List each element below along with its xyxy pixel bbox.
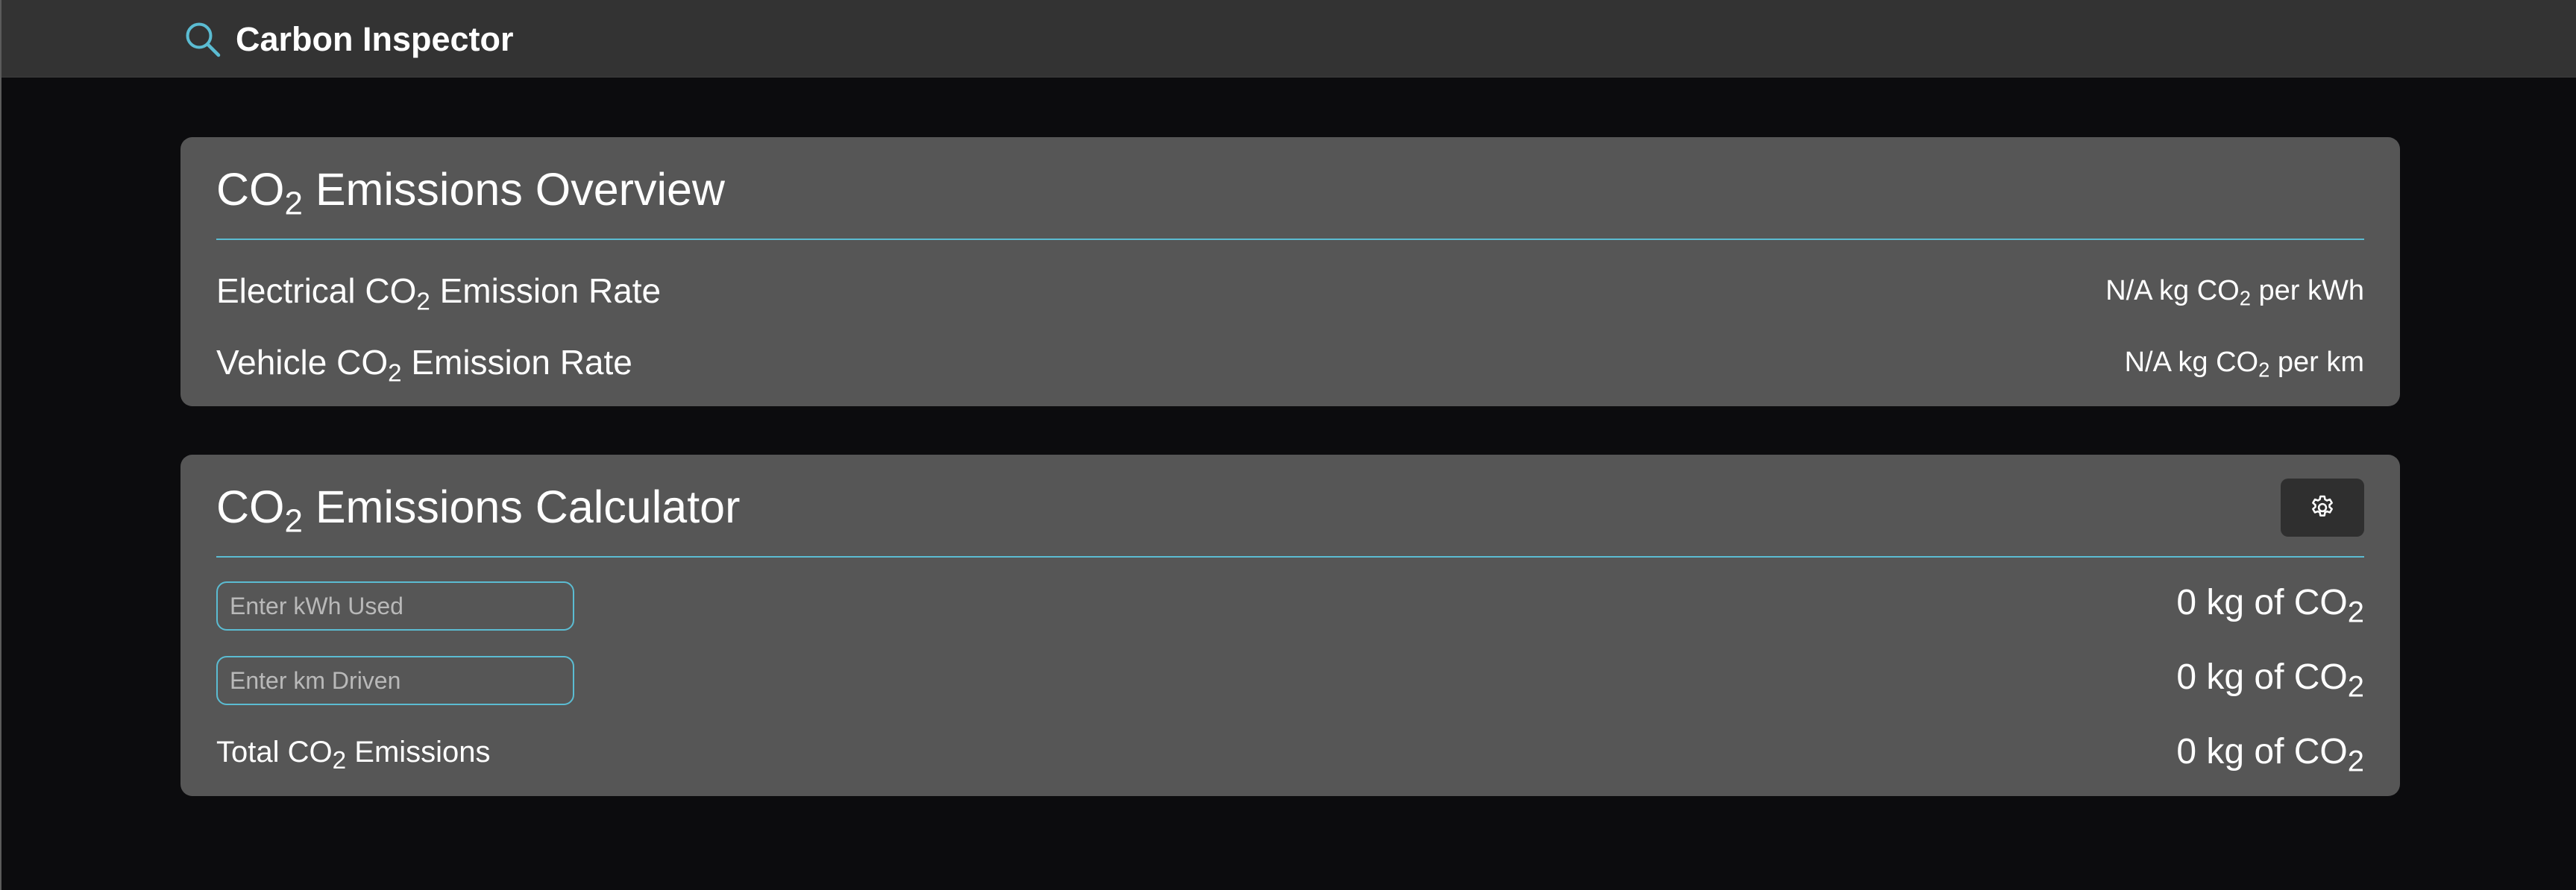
app-title: Carbon Inspector: [236, 20, 514, 58]
calculator-title: CO2 Emissions Calculator: [216, 482, 741, 540]
gear-icon: [2312, 495, 2333, 517]
page: Carbon Inspector CO2 Emissions Overview …: [0, 0, 2576, 890]
search-icon: [186, 22, 221, 57]
brand[interactable]: Carbon Inspector: [182, 18, 514, 61]
km-input[interactable]: [216, 656, 574, 705]
kwh-result: 0 kg of CO2: [2176, 583, 2364, 629]
km-row: 0 kg of CO2: [216, 654, 2364, 707]
emissions-overview-card: CO2 Emissions Overview Electrical CO2 Em…: [180, 137, 2400, 406]
vehicle-rate-value: N/A kg CO2 per km: [2124, 346, 2364, 382]
kwh-row: 0 kg of CO2: [216, 580, 2364, 632]
overview-header: CO2 Emissions Overview: [216, 137, 2364, 240]
vehicle-rate-row: Vehicle CO2 Emission Rate N/A kg CO2 per…: [216, 340, 2364, 385]
electrical-rate-value: N/A kg CO2 per kWh: [2105, 274, 2364, 310]
electrical-rate-row: Electrical CO2 Emission Rate N/A kg CO2 …: [216, 268, 2364, 316]
km-result: 0 kg of CO2: [2176, 657, 2364, 704]
settings-button[interactable]: [2281, 479, 2364, 537]
electrical-rate-label: Electrical CO2 Emission Rate: [216, 271, 662, 316]
overview-title: CO2 Emissions Overview: [216, 164, 725, 222]
vehicle-rate-label: Vehicle CO2 Emission Rate: [216, 343, 632, 388]
kwh-input[interactable]: [216, 581, 574, 631]
total-row: Total CO2 Emissions 0 kg of CO2: [216, 729, 2364, 781]
top-navbar: Carbon Inspector: [1, 0, 2576, 78]
calculator-header: CO2 Emissions Calculator: [216, 455, 2364, 558]
emissions-calculator-card: CO2 Emissions Calculator 0 kg of CO2 0 k…: [180, 455, 2400, 796]
total-label: Total CO2 Emissions: [216, 735, 491, 774]
total-result: 0 kg of CO2: [2176, 732, 2364, 778]
